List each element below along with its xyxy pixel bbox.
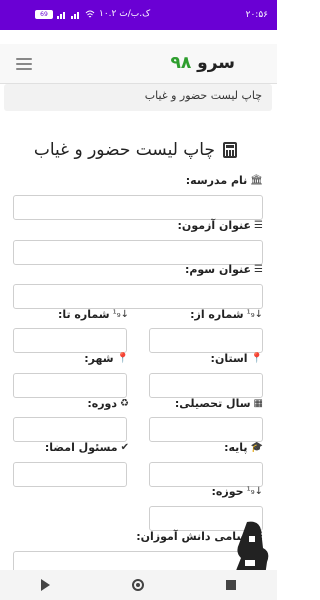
exam-title-label-text: عنوان آزمون:: [177, 219, 252, 232]
number-to-label: ↓¹₉ شماره تا:: [58, 308, 129, 321]
check-circle-icon: ✔: [120, 442, 129, 453]
city-label-text: شهر:: [84, 352, 114, 365]
recycle-icon: ♻: [120, 398, 129, 409]
wifi-icon: [85, 10, 95, 17]
city-input[interactable]: [13, 373, 127, 398]
district-label-text: حوزه:: [211, 485, 244, 498]
number-to-label-text: شماره تا:: [57, 308, 110, 321]
page-title: چاپ لیست حضور و غیاب: [34, 140, 237, 160]
brand-logo[interactable]: سرو ۹۸: [170, 53, 235, 73]
school-year-label-text: سال تحصیلی:: [174, 397, 251, 410]
province-label-text: استان:: [210, 352, 248, 365]
network-speed: ۱۰.۲ ک.ب/ث: [99, 9, 151, 19]
list-icon: ☰: [254, 264, 263, 275]
signal-icon-2: [71, 11, 79, 19]
third-title-label: ☰ عنوان سوم:: [185, 263, 263, 276]
exam-title-input[interactable]: [13, 240, 263, 265]
graduation-cap-icon: 🎓: [250, 442, 263, 453]
grade-label-text: پایه:: [224, 441, 248, 454]
number-from-label-text: شماره از:: [190, 308, 244, 321]
top-navbar: سرو ۹۸: [0, 44, 277, 84]
period-input[interactable]: [13, 417, 127, 442]
province-label: 📍 استان:: [211, 352, 263, 365]
school-name-input[interactable]: [13, 195, 263, 220]
grade-input[interactable]: [149, 462, 263, 487]
breadcrumb: چاپ لیست حضور و غیاب: [4, 84, 272, 111]
status-bar: 69 ۱۰.۲ ک.ب/ث ۲۰:۵۶: [0, 0, 277, 30]
period-label-text: دوره:: [87, 397, 118, 410]
bank-icon: 🏛: [250, 175, 263, 186]
grade-label: 🎓 پایه:: [224, 441, 263, 454]
signatory-input[interactable]: [13, 462, 127, 487]
province-input[interactable]: [149, 373, 263, 398]
sort-numeric-icon: ↓¹₉: [246, 486, 263, 497]
menu-icon[interactable]: [16, 58, 32, 70]
map-marker-icon: 📍: [116, 353, 129, 364]
map-marker-icon: 📍: [250, 353, 263, 364]
signatory-label-text: مسئول امضا:: [44, 441, 118, 454]
home-icon[interactable]: [132, 579, 144, 591]
calculator-icon: [223, 142, 237, 158]
status-icons: 69 ۱۰.۲ ک.ب/ث: [35, 9, 150, 19]
list-icon: ☰: [254, 220, 263, 231]
sort-numeric-icon: ↓¹₉: [246, 309, 263, 320]
recents-icon[interactable]: [226, 580, 236, 590]
calendar-icon: ▦: [253, 398, 263, 409]
back-icon[interactable]: [41, 579, 50, 591]
third-title-input[interactable]: [13, 284, 263, 309]
city-label: 📍 شهر:: [84, 352, 129, 365]
clock: ۲۰:۵۶: [245, 10, 268, 20]
battery-icon: 69: [35, 9, 53, 19]
number-from-input[interactable]: [149, 328, 263, 353]
system-nav-bar: [0, 570, 277, 600]
school-name-label-text: نام مدرسه:: [185, 174, 248, 187]
sort-numeric-icon: ↓¹₉: [112, 309, 129, 320]
school-year-label: ▦ سال تحصیلی:: [175, 397, 263, 410]
school-year-input[interactable]: [149, 417, 263, 442]
signal-icon: [57, 11, 65, 19]
period-label: ♻ دوره:: [87, 397, 129, 410]
exam-title-label: ☰ عنوان آزمون:: [178, 219, 263, 232]
number-from-label: ↓¹₉ شماره از:: [190, 308, 263, 321]
brand-text: سرو: [197, 53, 235, 73]
brand-number: ۹۸: [170, 53, 192, 73]
number-to-input[interactable]: [13, 328, 127, 353]
page-title-text: چاپ لیست حضور و غیاب: [33, 140, 215, 160]
third-title-label-text: عنوان سوم:: [184, 263, 252, 276]
district-label: ↓¹₉ حوزه:: [212, 485, 263, 498]
signatory-label: ✔ مسئول امضا:: [45, 441, 129, 454]
school-name-label: 🏛 نام مدرسه:: [186, 174, 263, 187]
